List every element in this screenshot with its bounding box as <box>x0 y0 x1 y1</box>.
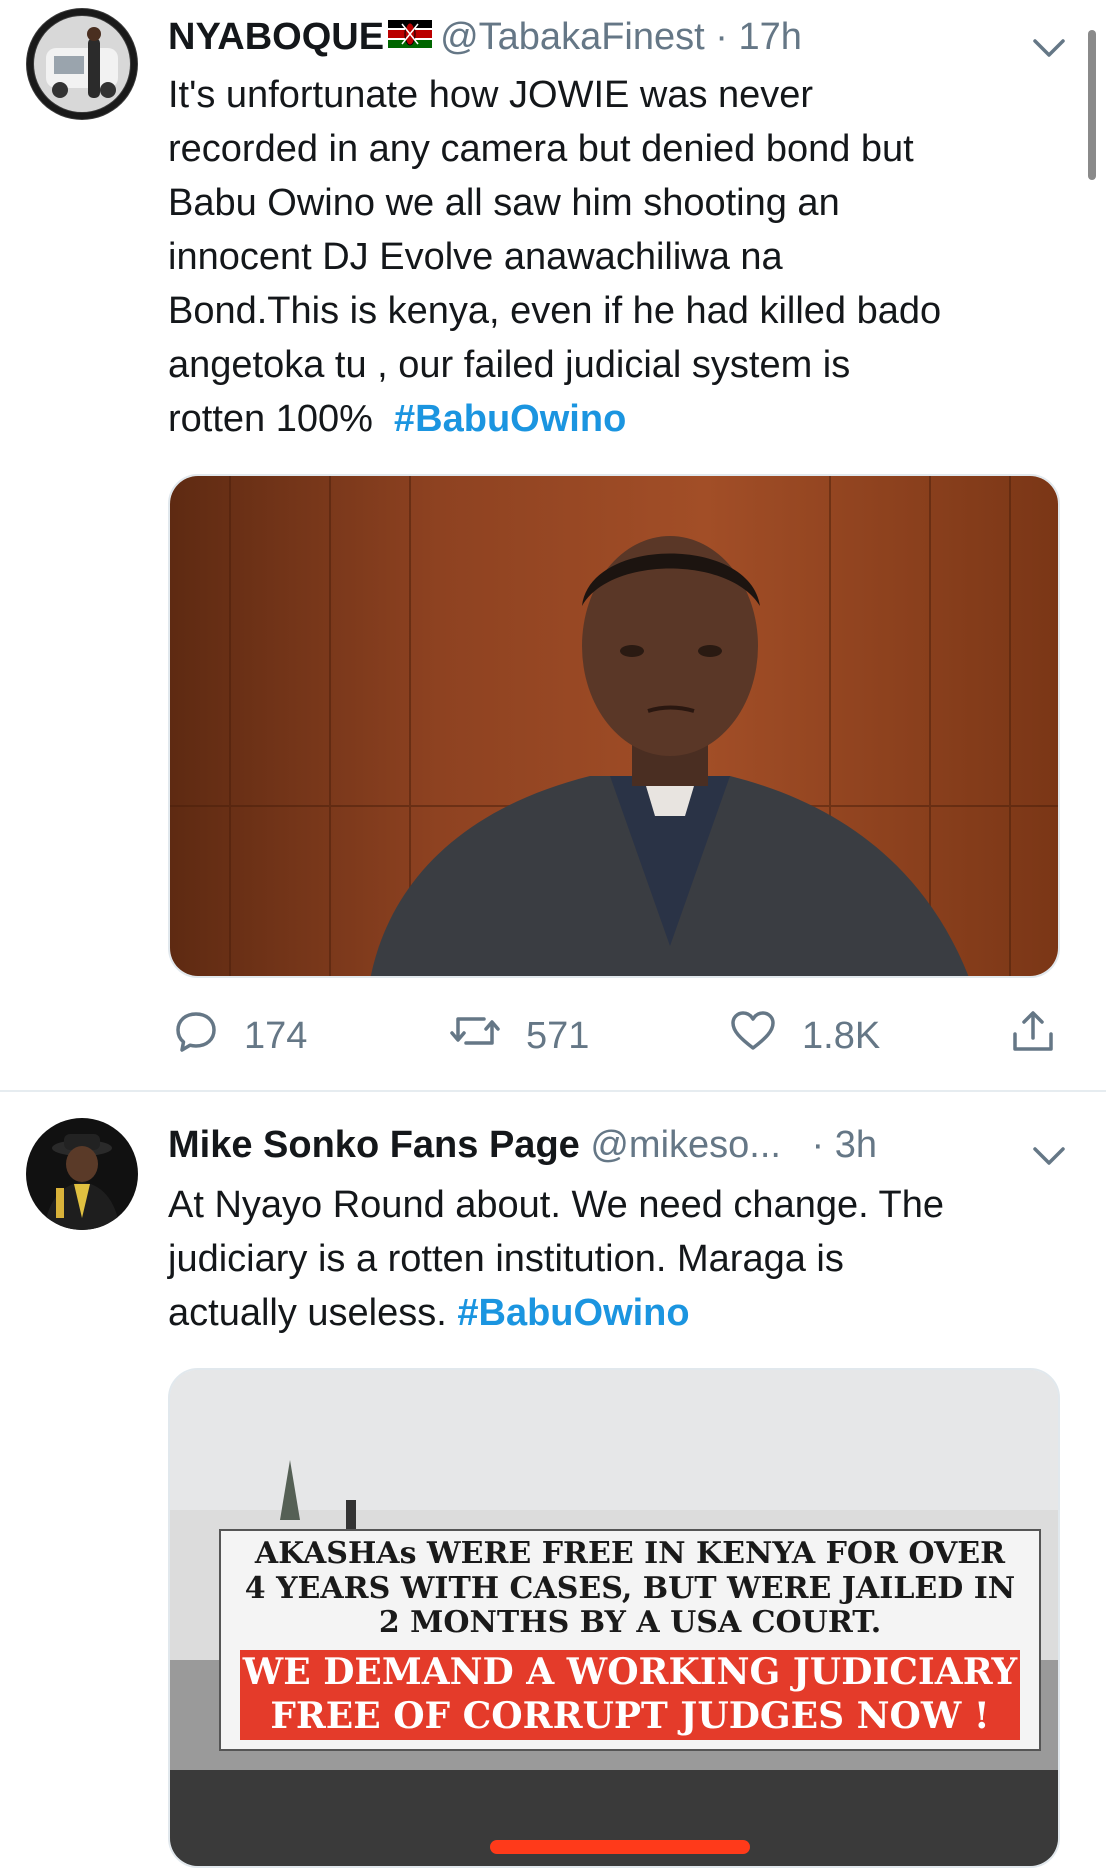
tweet-text-line: Babu Owino we all saw him shooting an <box>168 182 840 224</box>
tweet-photo[interactable] <box>168 474 1060 978</box>
timestamp[interactable]: 17h <box>738 16 801 58</box>
display-name[interactable]: Mike Sonko Fans Page <box>168 1124 580 1166</box>
hashtag-link[interactable]: #BabuOwino <box>457 1292 689 1334</box>
tweet-actions: 174 571 1.8K <box>168 1006 1068 1066</box>
tweet-text-line: judiciary is a rotten institution. Marag… <box>168 1238 844 1280</box>
tweet-text-line: rotten 100% #BabuOwino <box>168 398 627 440</box>
banner-line: WE DEMAND A WORKING JUDICIARY <box>242 1651 1018 1693</box>
tweet-text: At Nyayo Round about. We need change. Th… <box>168 1178 1068 1340</box>
like-count: 1.8K <box>802 1014 881 1057</box>
tweet-text: It's unfortunate how JOWIE was never rec… <box>168 68 1068 446</box>
retweet-count: 571 <box>526 1014 590 1057</box>
chevron-down-icon[interactable] <box>1032 22 1066 72</box>
banner-line: FREE OF CORRUPT JUDGES NOW ! <box>270 1695 990 1737</box>
retweet-icon <box>450 1009 526 1063</box>
retweet-button[interactable]: 571 <box>450 1006 589 1066</box>
tweet-text-line: recorded in any camera but denied bond b… <box>168 128 914 170</box>
tweet-text-line: It's unfortunate how JOWIE was never <box>168 74 814 116</box>
tweet-text-line: At Nyayo Round about. We need change. Th… <box>168 1184 945 1226</box>
reply-count: 174 <box>244 1014 308 1057</box>
avatar[interactable] <box>26 8 138 120</box>
avatar[interactable] <box>26 1118 138 1230</box>
tweet-text-line: angetoka tu , our failed judicial system… <box>168 344 851 386</box>
tweet-text-line: innocent DJ Evolve anawachiliwa na <box>168 236 783 278</box>
reply-button[interactable]: 174 <box>174 1006 307 1066</box>
reply-icon <box>174 1009 244 1063</box>
banner-line: 2 MONTHS BY A USA COURT. <box>378 1605 882 1640</box>
tweet-header: NYABOQUE @TabakaFinest · 17h <box>168 12 1066 62</box>
tweet-photo[interactable]: AKASHAs WERE FREE IN KENYA FOR OVER 4 YE… <box>168 1368 1060 1868</box>
separator-dot: · <box>811 1124 825 1166</box>
share-icon <box>1010 1008 1082 1064</box>
tweet-text-line: actually useless. #BabuOwino <box>168 1292 690 1334</box>
user-handle[interactable]: @mikeso... <box>590 1124 781 1166</box>
hashtag-link[interactable]: #BabuOwino <box>394 398 626 440</box>
like-button[interactable]: 1.8K <box>730 1006 880 1066</box>
chevron-down-icon[interactable] <box>1032 1130 1066 1180</box>
display-name[interactable]: NYABOQUE <box>168 16 384 58</box>
kenya-flag-icon <box>388 11 433 61</box>
user-handle[interactable]: @TabakaFinest <box>440 16 705 58</box>
timestamp[interactable]: 3h <box>835 1124 877 1166</box>
tweet-text-line: Bond.This is kenya, even if he had kille… <box>168 290 942 332</box>
banner-line: AKASHAs WERE FREE IN KENYA FOR OVER <box>254 1536 1006 1571</box>
separator-dot: · <box>715 16 728 58</box>
tweet-header: Mike Sonko Fans Page @mikeso... · 3h <box>168 1120 1066 1170</box>
protest-banner: AKASHAs WERE FREE IN KENYA FOR OVER 4 YE… <box>220 1530 1040 1750</box>
tweet-divider <box>0 1090 1106 1092</box>
heart-icon <box>730 1010 802 1062</box>
share-button[interactable] <box>1010 1006 1082 1066</box>
scrollbar[interactable] <box>1088 30 1096 180</box>
banner-line: 4 YEARS WITH CASES, BUT WERE JAILED IN <box>244 1571 1016 1606</box>
